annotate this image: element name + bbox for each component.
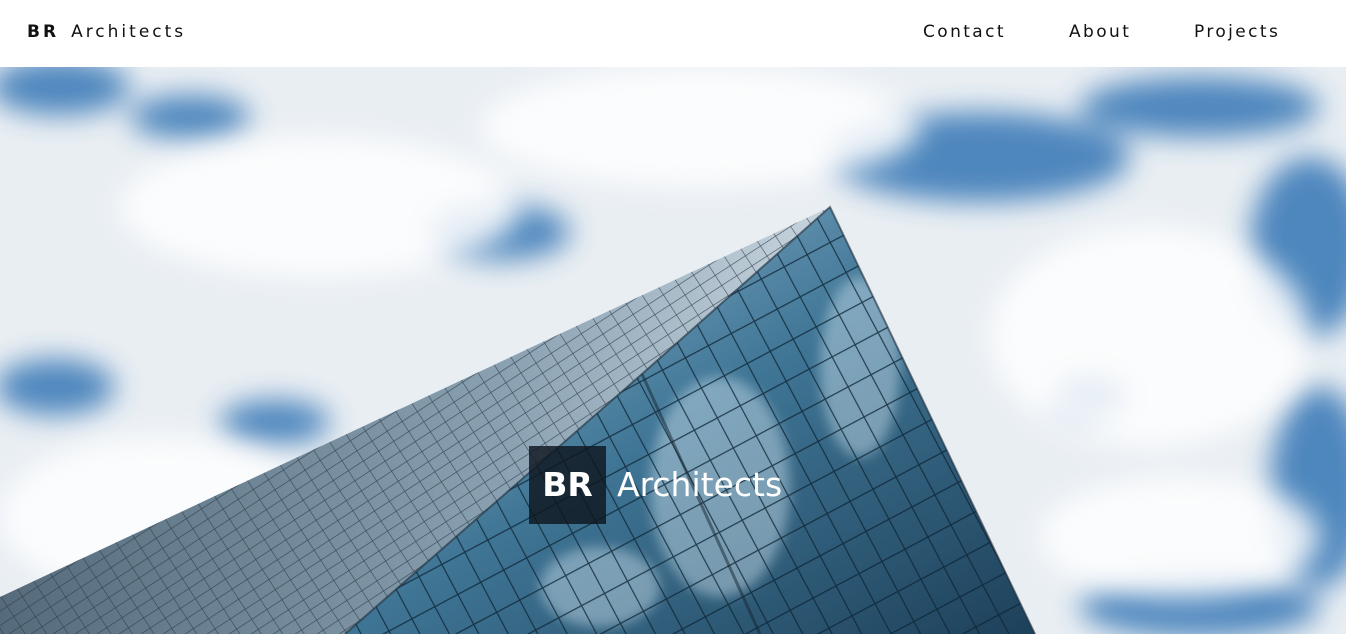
nav-link-contact[interactable]: Contact bbox=[923, 22, 1006, 42]
hero-title: BR Architects bbox=[529, 446, 782, 524]
brand-name: Architects bbox=[71, 22, 187, 42]
top-navigation-bar: BR Architects Contact About Projects bbox=[0, 0, 1346, 67]
brand-initials: BR bbox=[27, 22, 60, 42]
nav-link-projects[interactable]: Projects bbox=[1194, 22, 1280, 42]
nav-link-about[interactable]: About bbox=[1069, 22, 1131, 42]
hero-title-initials: BR bbox=[529, 446, 606, 524]
brand-logo[interactable]: BR Architects bbox=[27, 22, 186, 42]
hero-background-image bbox=[0, 67, 1346, 634]
hero-banner: BR Architects bbox=[0, 67, 1346, 634]
hero-title-name: Architects bbox=[617, 465, 783, 504]
